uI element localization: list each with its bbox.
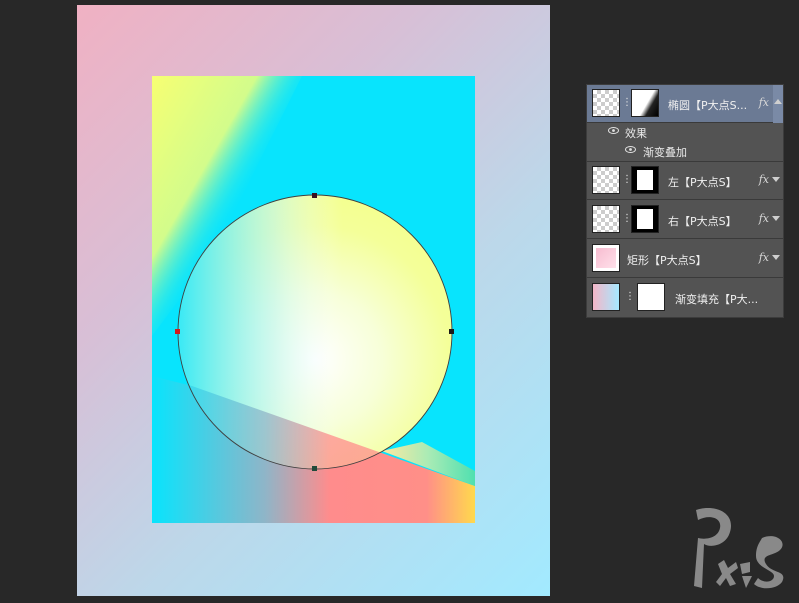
fx-icon[interactable]: fx [759, 251, 769, 264]
eye-icon[interactable] [608, 127, 619, 134]
layer-thumbnail [592, 89, 620, 117]
artboard-graphics [152, 76, 475, 523]
layer-name: 渐变填充【P大... [675, 293, 759, 306]
anchor-right[interactable] [449, 329, 454, 334]
effect-gradient-overlay[interactable]: 渐变叠加 [587, 142, 783, 162]
layer-thumbnail [592, 205, 620, 233]
layer-name: 矩形【P大点S】 [627, 254, 707, 267]
gradient-fill-thumbnail[interactable] [592, 283, 620, 311]
ps-watermark-logo [694, 508, 784, 589]
effects-label: 效果 [625, 127, 647, 140]
layer-gradient-fill[interactable]: ⋮ 渐变填充【P大... [587, 279, 783, 317]
anchor-left[interactable] [175, 329, 180, 334]
artboard[interactable] [152, 76, 475, 523]
fx-icon[interactable]: fx [759, 96, 769, 109]
expand-arrow-icon[interactable] [772, 255, 780, 260]
layer-rectangle[interactable]: 矩形【P大点S】 fx [587, 240, 783, 278]
chain-link-icon[interactable]: ⋮ [622, 97, 632, 109]
layers-panel: ⋮ 椭圆【P大点S... fx 效果 渐变叠加 ⋮ 左【P大点S】 fx ⋮ 右… [586, 84, 784, 318]
layer-mask-thumbnail[interactable] [637, 283, 665, 311]
chain-link-icon[interactable]: ⋮ [622, 213, 632, 225]
layer-mask-thumbnail[interactable] [631, 166, 659, 194]
chain-link-icon[interactable]: ⋮ [622, 174, 632, 186]
expand-arrow-icon[interactable] [772, 177, 780, 182]
eye-icon[interactable] [625, 146, 636, 153]
anchor-bottom[interactable] [312, 466, 317, 471]
layer-right[interactable]: ⋮ 右【P大点S】 fx [587, 201, 783, 239]
chain-link-icon[interactable]: ⋮ [625, 291, 635, 303]
layer-name: 左【P大点S】 [668, 176, 737, 189]
layer-mask-thumbnail[interactable] [631, 89, 659, 117]
expand-arrow-icon[interactable] [772, 216, 780, 221]
layer-left[interactable]: ⋮ 左【P大点S】 fx [587, 162, 783, 200]
scrollbar[interactable] [773, 85, 783, 123]
layer-mask-thumbnail[interactable] [631, 205, 659, 233]
scroll-up-icon[interactable] [774, 99, 782, 104]
layer-ellipse[interactable]: ⋮ 椭圆【P大点S... fx [587, 85, 783, 123]
layer-thumbnail [592, 166, 620, 194]
layer-name: 右【P大点S】 [668, 215, 737, 228]
effect-label: 渐变叠加 [643, 146, 687, 159]
effects-group[interactable]: 效果 [587, 123, 783, 142]
fx-icon[interactable]: fx [759, 173, 769, 186]
fx-icon[interactable]: fx [759, 212, 769, 225]
anchor-top[interactable] [312, 193, 317, 198]
layer-thumbnail [592, 244, 620, 272]
layer-name: 椭圆【P大点S... [668, 99, 748, 112]
